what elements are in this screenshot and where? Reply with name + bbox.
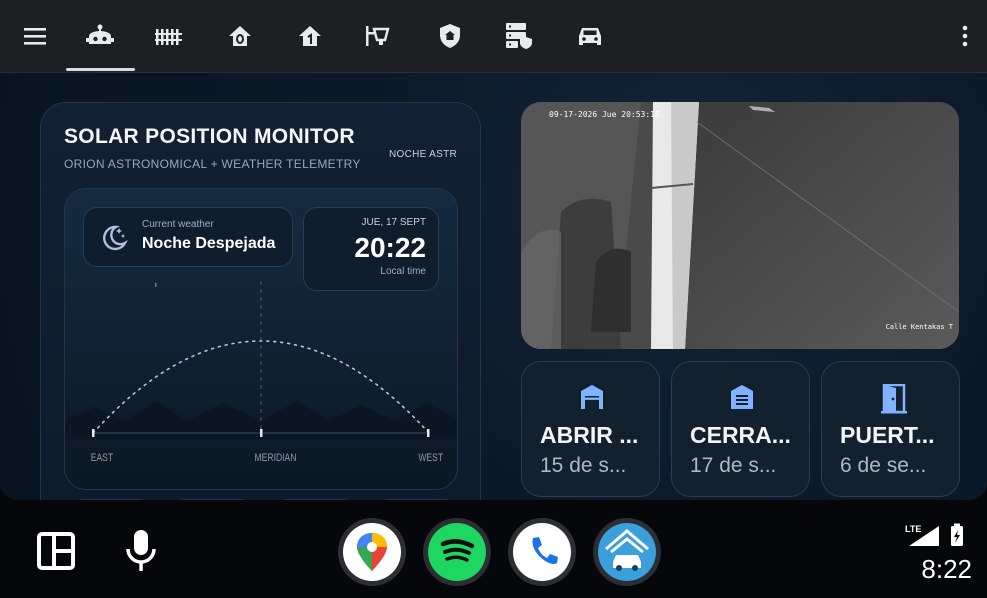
solar-card-subtitle: ORION ASTRONOMICAL + WEATHER TELEMETRY — [64, 157, 361, 171]
home-zero-icon[interactable] — [226, 22, 254, 50]
tile-subtitle: 6 de se... — [840, 454, 927, 477]
active-tab-indicator — [66, 68, 135, 71]
door-icon — [881, 384, 907, 414]
system-clock: 8:22 — [921, 554, 972, 584]
tile-name: ABRIR ... — [540, 422, 639, 448]
solar-card-title: SOLAR POSITION MONITOR — [64, 125, 355, 148]
maps-app-icon[interactable] — [338, 518, 406, 586]
garage-closed-tile[interactable]: CERRA... 17 de s... — [671, 361, 810, 497]
status-indicators: LTE — [903, 522, 973, 553]
phone-app-icon[interactable] — [508, 518, 576, 586]
tile-subtitle: 15 de s... — [540, 454, 627, 477]
garage-open-tile[interactable]: ABRIR ... 15 de s... — [521, 361, 660, 497]
tile-name: PUERT... — [840, 422, 935, 448]
server-security-icon[interactable] — [505, 22, 533, 50]
more-vertical-icon[interactable] — [951, 22, 979, 50]
robot-icon[interactable] — [86, 22, 114, 50]
door-tile[interactable]: PUERT... 6 de se... — [821, 361, 960, 497]
home-one-icon[interactable] — [296, 22, 324, 50]
sun-path-panel: Current weather Noche Despejada JUE, 17 … — [64, 188, 458, 490]
west-label: WEST — [418, 452, 443, 464]
network-type-label: LTE — [905, 524, 921, 534]
solar-position-card[interactable]: SOLAR POSITION MONITOR ORION ASTRONOMICA… — [40, 102, 481, 500]
axis-labels: EAST MERIDIAN WEST — [91, 452, 443, 464]
fence-icon[interactable] — [155, 22, 183, 50]
security-camera-feed[interactable]: 09-17-2026 Jue 20:53:18 Calle Kentakas T — [521, 102, 959, 349]
garage-closed-icon — [731, 385, 753, 409]
home-shield-icon[interactable] — [436, 22, 464, 50]
system-bottom-bar: LTE 8:22 — [0, 500, 987, 598]
car-icon[interactable] — [576, 22, 604, 50]
tile-subtitle: 17 de s... — [690, 454, 777, 477]
outdoor-lamp-icon[interactable] — [364, 22, 392, 50]
astronomical-phase-label: NOCHE ASTR — [389, 149, 457, 160]
layout-switcher-icon[interactable] — [37, 532, 75, 575]
spotify-app-icon[interactable] — [423, 518, 491, 586]
camera-image — [521, 102, 959, 349]
camera-location-label: Calle Kentakas T — [885, 323, 953, 331]
menu-icon[interactable] — [21, 22, 49, 50]
camera-timestamp: 09-17-2026 Jue 20:53:18 — [549, 110, 660, 119]
microphone-icon[interactable] — [125, 529, 157, 578]
home-assistant-app-icon[interactable] — [593, 518, 661, 586]
top-tab-bar — [0, 0, 987, 73]
app-frame: SOLAR POSITION MONITOR ORION ASTRONOMICA… — [0, 0, 987, 500]
meridian-label: MERIDIAN — [255, 452, 297, 464]
garage-open-icon — [581, 385, 603, 409]
east-label: EAST — [91, 452, 113, 464]
tile-name: CERRA... — [690, 422, 791, 448]
dashboard-view: SOLAR POSITION MONITOR ORION ASTRONOMICA… — [0, 73, 987, 500]
battery-charging-icon — [951, 523, 963, 546]
